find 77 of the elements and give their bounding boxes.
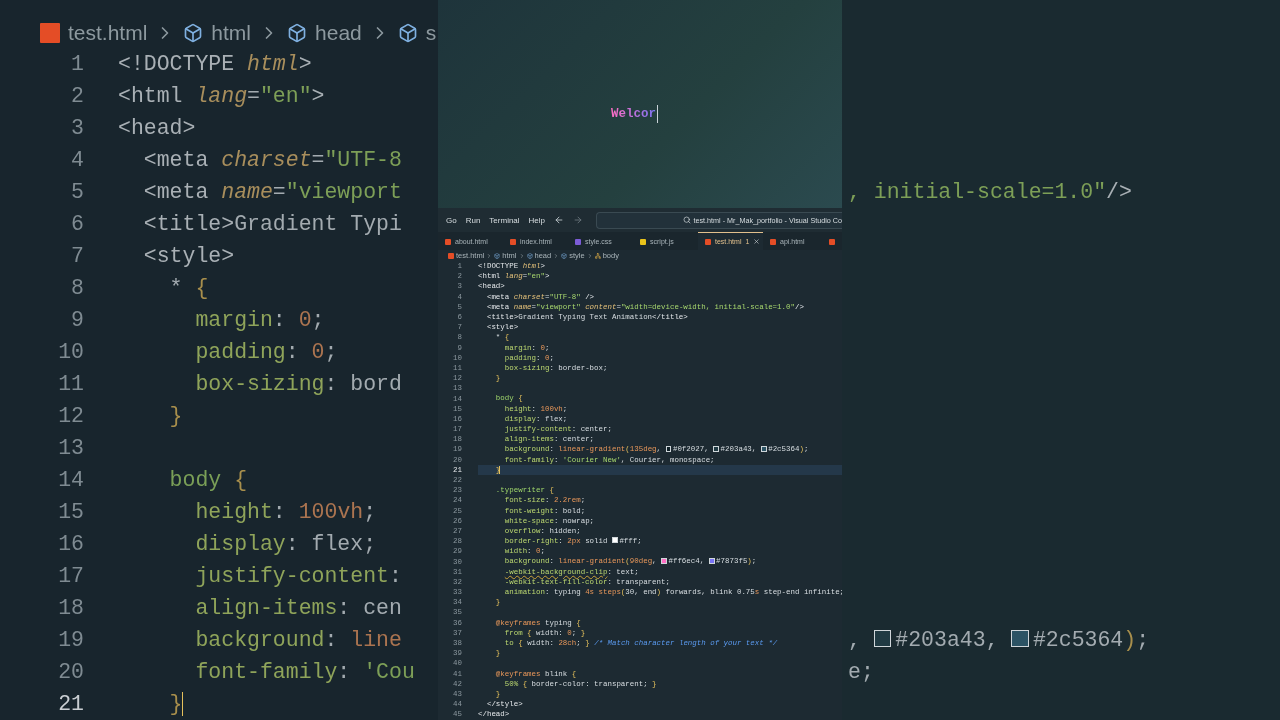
back-arrow-icon[interactable] <box>554 215 565 225</box>
line-number: 16 <box>57 532 84 556</box>
forward-arrow-icon[interactable] <box>573 215 584 225</box>
breadcrumb-item: html <box>211 20 252 45</box>
line-number: 21 <box>57 691 84 716</box>
line-number: 18 <box>57 595 84 620</box>
cube-icon <box>183 22 204 43</box>
file-icon <box>510 238 516 245</box>
line-number: 15 <box>57 500 84 524</box>
code-line: height: 100vh; <box>194 500 377 524</box>
line-number: 20 <box>57 659 84 684</box>
line-number: 7 <box>70 244 84 269</box>
line-number: 11 <box>57 372 84 397</box>
line-number: 17 <box>57 564 84 588</box>
html-file-icon <box>40 22 60 43</box>
line-number: 3 <box>70 116 84 141</box>
line-number: 13 <box>57 436 84 461</box>
code-line: padding: 0; <box>194 340 338 365</box>
line-number: 6 <box>70 212 84 237</box>
file-icon <box>829 238 835 245</box>
chevron-icon <box>518 252 525 259</box>
menu-item[interactable]: Run <box>465 215 481 225</box>
file-icon <box>640 238 646 245</box>
code-line: <meta charset="UTF-8 <box>142 148 402 173</box>
line-number: 5 <box>70 180 84 205</box>
line-number: 19 <box>57 627 84 652</box>
line-number: 4 <box>70 148 84 173</box>
line-number: 14 <box>57 468 84 493</box>
code-line: <head> <box>118 116 196 141</box>
cube-icon <box>526 252 533 259</box>
code-line: * { <box>168 276 209 301</box>
tree-icon <box>594 252 601 259</box>
code-line: margin: 0; <box>194 308 325 333</box>
code-line: justify-content: <box>194 564 402 588</box>
cube-icon <box>397 22 418 43</box>
search-icon <box>682 216 691 224</box>
file-icon <box>770 238 776 245</box>
chevron-icon <box>586 252 593 259</box>
code-line: box-sizing: bord <box>194 372 402 397</box>
code-line: <title>Gradient Typi <box>142 212 402 237</box>
breadcrumb-item: s <box>425 20 437 45</box>
file-icon <box>705 238 711 245</box>
line-number: 1 <box>70 52 84 77</box>
chevron-icon <box>486 252 493 259</box>
code-line: body { <box>168 468 248 493</box>
code-line: <style> <box>142 244 235 269</box>
code-line: } <box>168 691 183 716</box>
code-line: e; <box>848 659 874 684</box>
cube-icon <box>561 252 568 259</box>
chevron-icon <box>553 252 560 259</box>
typed-text: Welcor <box>611 105 658 123</box>
line-number: 10 <box>57 340 84 365</box>
code-line: } <box>168 404 183 429</box>
menu-item[interactable]: Go <box>446 215 457 225</box>
html-file-icon <box>448 252 454 259</box>
code-line: <!DOCTYPE html> <box>118 52 312 77</box>
line-number: 2 <box>70 84 84 109</box>
code-line: <html lang="en"> <box>118 84 325 109</box>
line-number: 8 <box>70 276 84 301</box>
close-icon[interactable] <box>753 238 761 245</box>
line-number: 9 <box>70 308 84 333</box>
menu-item[interactable]: Terminal <box>489 215 520 225</box>
breadcrumb-item: test.html <box>68 20 148 45</box>
code-line: background: line <box>194 627 402 652</box>
code-line: , #203a43, #2c5364); <box>848 627 1150 652</box>
cube-icon <box>287 22 308 43</box>
code-line: font-family: 'Cou <box>194 659 415 684</box>
code-line: <meta name="viewport <box>142 180 402 205</box>
code-line: display: flex; <box>194 532 377 556</box>
breadcrumb-item: head <box>315 20 362 45</box>
code-line: align-items: cen <box>194 595 402 620</box>
code-line: , initial-scale=1.0"/> <box>848 180 1132 205</box>
line-number: 12 <box>57 404 84 429</box>
file-icon <box>445 238 451 245</box>
file-icon <box>575 238 581 245</box>
cube-icon <box>494 252 501 259</box>
menu-item[interactable]: Help <box>528 215 546 225</box>
